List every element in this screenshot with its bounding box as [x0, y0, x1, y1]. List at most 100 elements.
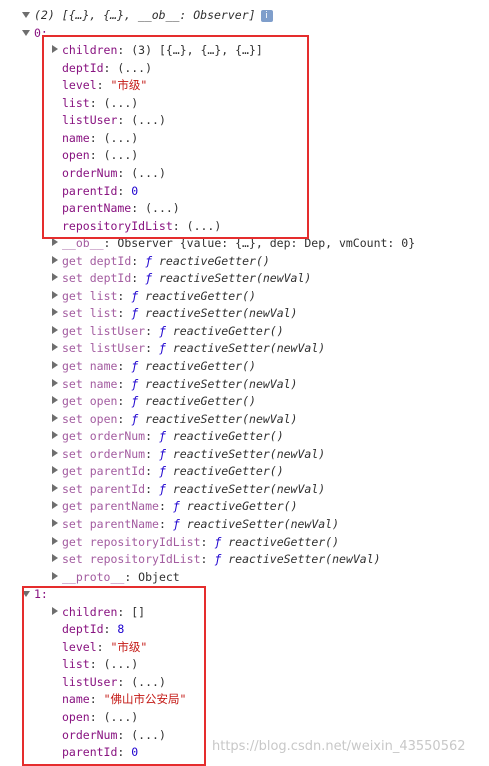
expand-triangle-icon[interactable] [52, 571, 58, 580]
accessor-colon: : [117, 394, 132, 409]
accessor-row-get-orderNum[interactable]: get orderNum: ƒ reactiveGetter() [52, 428, 284, 445]
expand-triangle-icon[interactable] [52, 448, 58, 457]
accessor-row-get-repositoryIdList[interactable]: get repositoryIdList: ƒ reactiveGetter() [52, 534, 339, 551]
accessor-row-set-name[interactable]: set name: ƒ reactiveSetter(newVal) [52, 376, 297, 393]
expand-triangle-icon[interactable] [52, 255, 58, 264]
expand-triangle-icon[interactable] [52, 554, 58, 563]
info-icon[interactable]: i [260, 10, 273, 22]
expand-triangle-icon[interactable] [52, 273, 58, 282]
accessor-prop: parentName [89, 516, 159, 531]
function-glyph: ƒ [158, 446, 166, 461]
accessor-space [83, 271, 90, 285]
expand-triangle-icon[interactable] [52, 483, 58, 492]
accessor-space [166, 447, 173, 461]
accessor-kind: get [62, 534, 83, 549]
accessor-row-get-parentId[interactable]: get parentId: ƒ reactiveGetter() [52, 463, 284, 480]
expand-triangle-icon[interactable] [52, 501, 58, 510]
accessor-prop: orderNum [89, 446, 146, 461]
function-name: reactiveGetter [186, 499, 284, 514]
function-args: (newVal) [255, 271, 312, 286]
function-name: reactiveSetter [145, 306, 243, 321]
accessor-space [83, 324, 90, 338]
expand-triangle-icon[interactable] [52, 290, 58, 299]
accessor-row-set-orderNum[interactable]: set orderNum: ƒ reactiveSetter(newVal) [52, 446, 325, 463]
highlight-box-item-1 [22, 586, 206, 766]
accessor-colon: : [131, 271, 146, 286]
function-name: reactiveSetter [228, 552, 326, 567]
accessor-row-get-open[interactable]: get open: ƒ reactiveGetter() [52, 393, 256, 410]
accessor-row-get-parentName[interactable]: get parentName: ƒ reactiveGetter() [52, 498, 298, 515]
accessor-row-get-listUser[interactable]: get listUser: ƒ reactiveGetter() [52, 323, 284, 340]
accessor-space [83, 535, 90, 549]
expand-triangle-icon[interactable] [52, 343, 58, 352]
function-args: (newVal) [269, 446, 326, 461]
accessor-space [152, 254, 159, 268]
function-args: (newVal) [242, 411, 298, 426]
accessor-space [180, 499, 187, 513]
proto-row[interactable]: __proto__: Object [52, 569, 180, 586]
accessor-row-set-parentId[interactable]: set parentId: ƒ reactiveSetter(newVal) [52, 481, 325, 498]
accessor-kind: set [62, 306, 83, 321]
expand-triangle-icon[interactable] [52, 325, 58, 334]
accessor-colon: : [200, 552, 215, 567]
accessor-kind: get [62, 464, 83, 479]
accessor-colon: : [200, 534, 215, 549]
function-glyph: ƒ [158, 429, 166, 444]
accessor-prop: deptId [89, 253, 132, 268]
expand-triangle-icon[interactable] [52, 536, 58, 545]
accessor-prop: list [89, 288, 118, 303]
accessor-colon: : [117, 376, 132, 391]
function-name: reactiveGetter [145, 359, 243, 373]
expand-triangle-icon[interactable] [52, 518, 58, 527]
accessor-space [83, 447, 90, 461]
accessor-prop: parentId [89, 481, 146, 496]
expand-triangle-icon[interactable] [22, 12, 30, 18]
expand-triangle-icon[interactable] [52, 308, 58, 317]
accessor-row-set-listUser[interactable]: set listUser: ƒ reactiveSetter(newVal) [52, 340, 325, 357]
accessor-row-set-parentName[interactable]: set parentName: ƒ reactiveSetter(newVal) [52, 516, 339, 533]
accessor-prop: name [89, 359, 118, 373]
function-name: reactiveGetter [145, 288, 243, 303]
accessor-prop: deptId [89, 271, 132, 286]
accessor-space [166, 341, 173, 355]
function-args: () [255, 253, 270, 268]
accessor-row-set-list[interactable]: set list: ƒ reactiveSetter(newVal) [52, 305, 297, 322]
accessor-colon: : [145, 446, 159, 461]
expand-triangle-icon[interactable] [52, 396, 58, 405]
accessor-kind: get [62, 253, 83, 268]
expand-triangle-icon[interactable] [52, 361, 58, 369]
function-name: reactiveSetter [172, 446, 270, 461]
expand-triangle-icon[interactable] [52, 431, 58, 440]
accessor-colon: : [145, 464, 159, 479]
function-name: reactiveSetter [172, 481, 270, 496]
accessor-row-get-list[interactable]: get list: ƒ reactiveGetter() [52, 288, 256, 305]
function-glyph: ƒ [158, 464, 166, 479]
accessor-space [166, 482, 173, 496]
accessor-row-get-name[interactable]: get name: ƒ reactiveGetter() [52, 358, 256, 375]
accessor-kind: get [62, 429, 83, 444]
function-args: (newVal) [242, 306, 298, 321]
function-name: reactiveGetter [172, 429, 270, 444]
accessor-kind: set [62, 552, 83, 567]
array-summary-row[interactable]: (2) [{…}, {…}, __ob__: Observer] i [22, 7, 273, 24]
accessor-kind: get [62, 499, 83, 514]
expand-triangle-icon[interactable] [52, 378, 58, 387]
accessor-colon: : [158, 499, 173, 514]
accessor-space [166, 464, 173, 478]
function-glyph: ƒ [172, 516, 180, 531]
accessor-row-get-deptId[interactable]: get deptId: ƒ reactiveGetter() [52, 253, 270, 270]
accessor-row-set-open[interactable]: set open: ƒ reactiveSetter(newVal) [52, 411, 297, 428]
accessor-colon: : [145, 341, 159, 356]
accessor-row-set-deptId[interactable]: set deptId: ƒ reactiveSetter(newVal) [52, 270, 311, 287]
function-args: () [242, 359, 256, 373]
accessor-colon: : [145, 323, 159, 338]
accessor-kind: set [62, 271, 83, 286]
expand-triangle-icon[interactable] [22, 29, 30, 36]
accessor-space [83, 429, 90, 443]
expand-triangle-icon[interactable] [52, 238, 58, 247]
expand-triangle-icon[interactable] [52, 413, 58, 422]
accessor-kind: set [62, 481, 83, 496]
accessor-row-set-repositoryIdList[interactable]: set repositoryIdList: ƒ reactiveSetter(n… [52, 551, 381, 568]
expand-triangle-icon[interactable] [52, 466, 58, 475]
accessor-colon: : [145, 429, 159, 444]
